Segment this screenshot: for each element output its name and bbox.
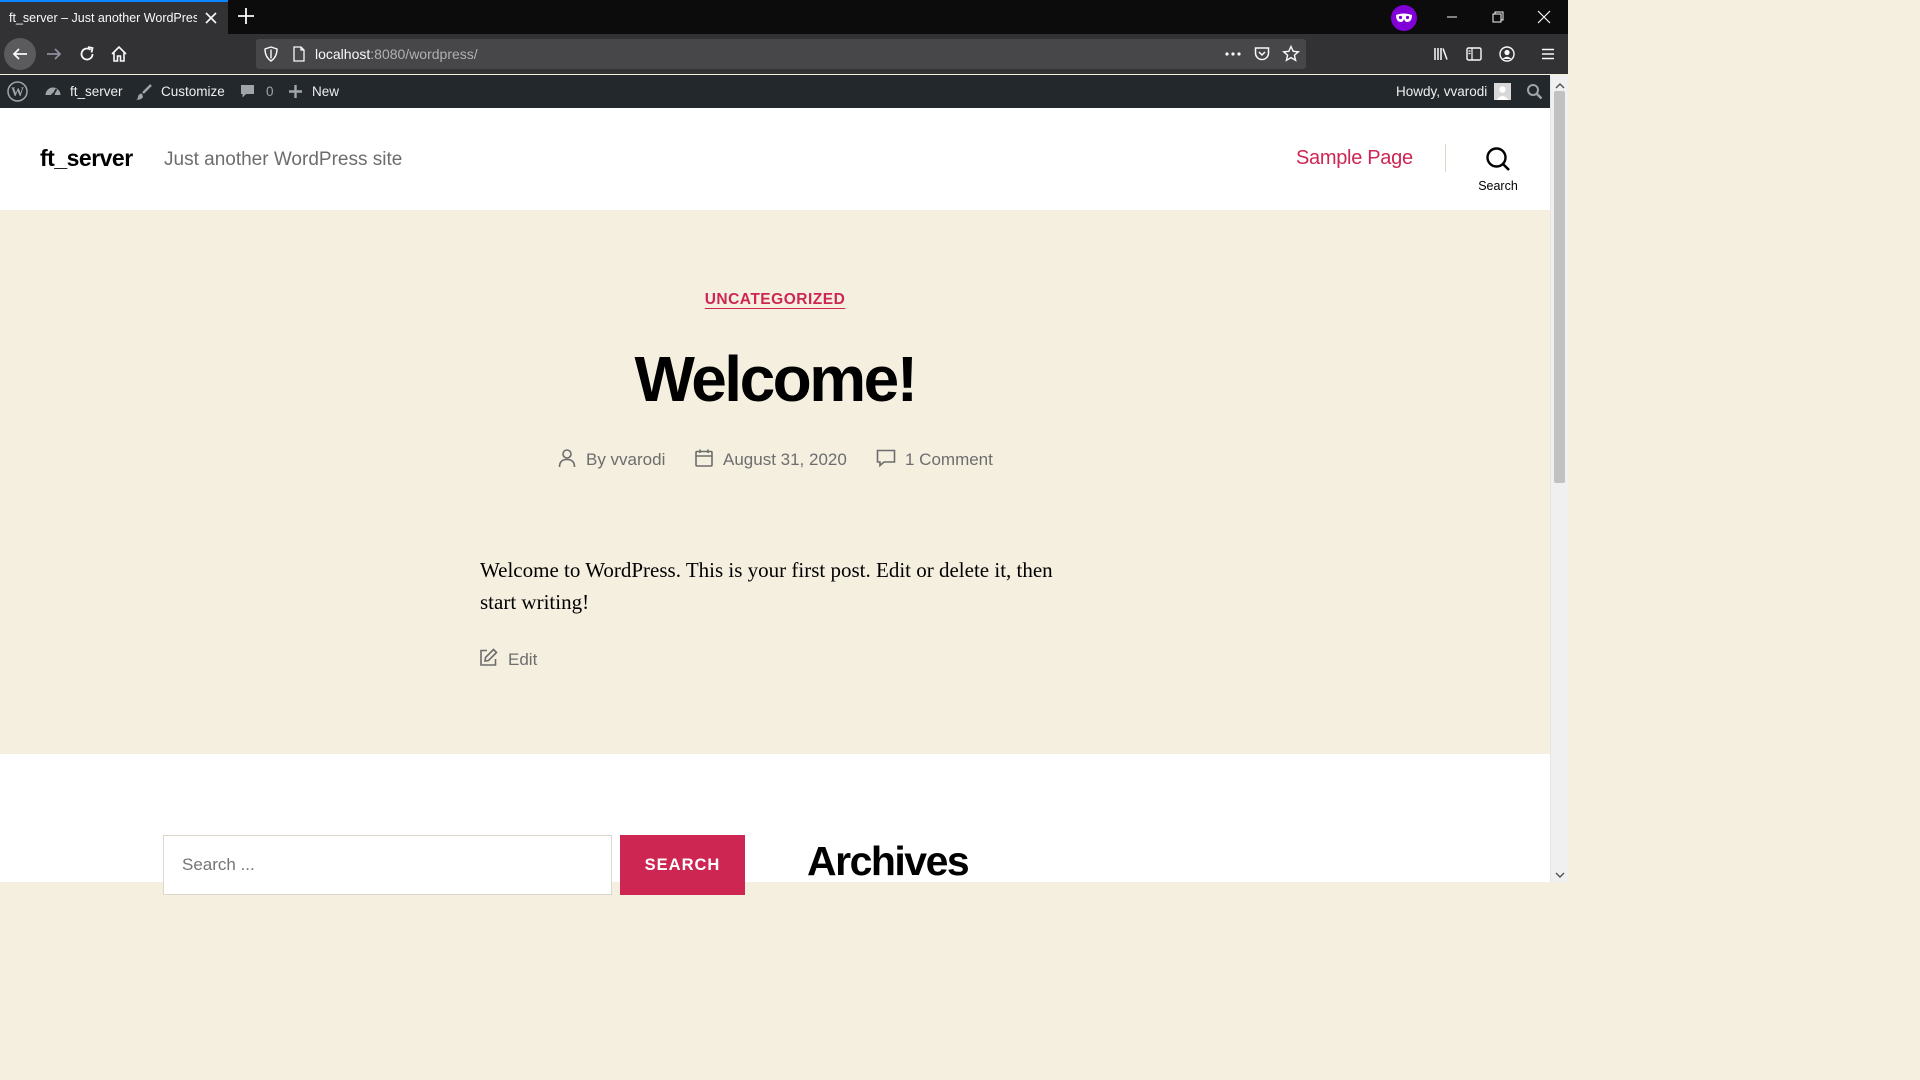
wordpress-icon[interactable]: W [7,75,28,108]
scrollbar-thumb[interactable] [1554,91,1565,483]
site-title[interactable]: ft_server [40,145,133,172]
post-content: Welcome to WordPress. This is your first… [480,558,1053,614]
url-text[interactable]: localhost:8080/wordpress/ [315,46,478,62]
pocket-icon[interactable] [1253,45,1271,63]
svg-text:W: W [11,84,24,99]
adminbar-new-label: New [312,84,340,99]
adminbar-new[interactable]: New [288,75,339,108]
search-toggle-label: Search [1478,179,1518,193]
star-icon[interactable] [1282,44,1300,63]
user-icon [557,448,586,473]
search-form[interactable] [163,835,612,895]
adminbar-customize-label: Customize [161,84,225,99]
adminbar-customize[interactable]: Customize [135,75,225,108]
post-hero: UNCATEGORIZED Welcome! By vvarodi August… [0,210,1550,754]
account-icon[interactable] [1491,38,1523,70]
home-icon[interactable] [103,38,135,70]
adminbar-comments[interactable]: 0 [239,75,274,108]
private-browsing-icon [1391,5,1417,31]
scroll-down-icon[interactable] [1555,867,1565,878]
search-toggle-button[interactable]: Search [1470,146,1526,196]
post-author-name: By vvarodi [586,450,666,469]
avatar [1494,83,1512,100]
footer-widgets: SEARCH Archives [0,754,1550,895]
url-host: localhost [315,46,371,62]
library-icon[interactable] [1425,38,1457,70]
page-icon[interactable] [290,45,308,63]
adminbar-howdy: Howdy, vvarodi [1396,84,1488,99]
close-icon[interactable] [202,9,220,27]
forward-icon[interactable] [38,38,70,70]
calendar-icon [694,448,723,473]
post-category: UNCATEGORIZED [0,291,1550,309]
plus-icon [288,84,303,99]
adminbar-account[interactable]: Howdy, vvarodi [1396,75,1512,108]
adminbar-comment-count: 0 [266,84,274,99]
browser-tab-strip: ft_server – Just another WordPress site [0,0,1568,34]
edit-icon [479,648,508,672]
search-icon [1485,146,1511,177]
search-button[interactable]: SEARCH [620,835,745,895]
archives-heading: Archives [807,838,970,884]
wp-admin-bar: W ft_server Customize 0 New Howdy, vvaro… [0,75,1550,108]
minimize-icon[interactable] [1442,7,1462,27]
brush-icon [135,83,153,101]
nav-item-sample-page[interactable]: Sample Page [1296,147,1413,170]
adminbar-site-link[interactable]: ft_server [44,75,123,108]
back-icon[interactable] [4,38,36,70]
url-bar[interactable]: localhost:8080/wordpress/ [256,39,1306,69]
post-date[interactable]: August 31, 2020 [694,448,847,472]
header-divider [1445,144,1446,172]
more-icon[interactable] [1224,45,1242,63]
post-comments-text: 1 Comment [905,450,993,469]
edit-post-link[interactable]: Edit [479,648,537,672]
post-author[interactable]: By vvarodi [557,448,665,472]
adminbar-site-name: ft_server [70,84,123,99]
browser-toolbar: localhost:8080/wordpress/ [0,34,1568,74]
url-path: :8080/wordpress/ [370,46,478,62]
search-icon[interactable] [1526,75,1543,108]
menu-icon[interactable] [1532,38,1564,70]
browser-tab[interactable]: ft_server – Just another WordPress site [0,0,228,34]
reload-icon[interactable] [71,38,103,70]
restore-icon[interactable] [1488,7,1508,27]
dashboard-icon [44,83,62,101]
post-comments[interactable]: 1 Comment [876,448,993,472]
sidebar-icon[interactable] [1458,38,1490,70]
shield-icon[interactable] [262,45,280,63]
scroll-up-icon[interactable] [1555,78,1565,89]
tab-title: ft_server – Just another WordPress site [9,11,197,25]
edit-label: Edit [508,650,538,669]
close-icon[interactable] [1534,7,1554,27]
post-title[interactable]: Welcome! [0,342,1550,416]
post-date-text: August 31, 2020 [723,450,847,469]
category-link[interactable]: UNCATEGORIZED [705,291,846,308]
comment-icon [876,448,905,473]
comment-icon [239,83,256,100]
site-description: Just another WordPress site [164,149,403,170]
plus-icon[interactable] [236,6,256,26]
search-input[interactable] [182,855,582,875]
site-header: ft_server Just another WordPress site Sa… [0,108,1550,210]
page-scrollbar[interactable] [1550,75,1568,882]
